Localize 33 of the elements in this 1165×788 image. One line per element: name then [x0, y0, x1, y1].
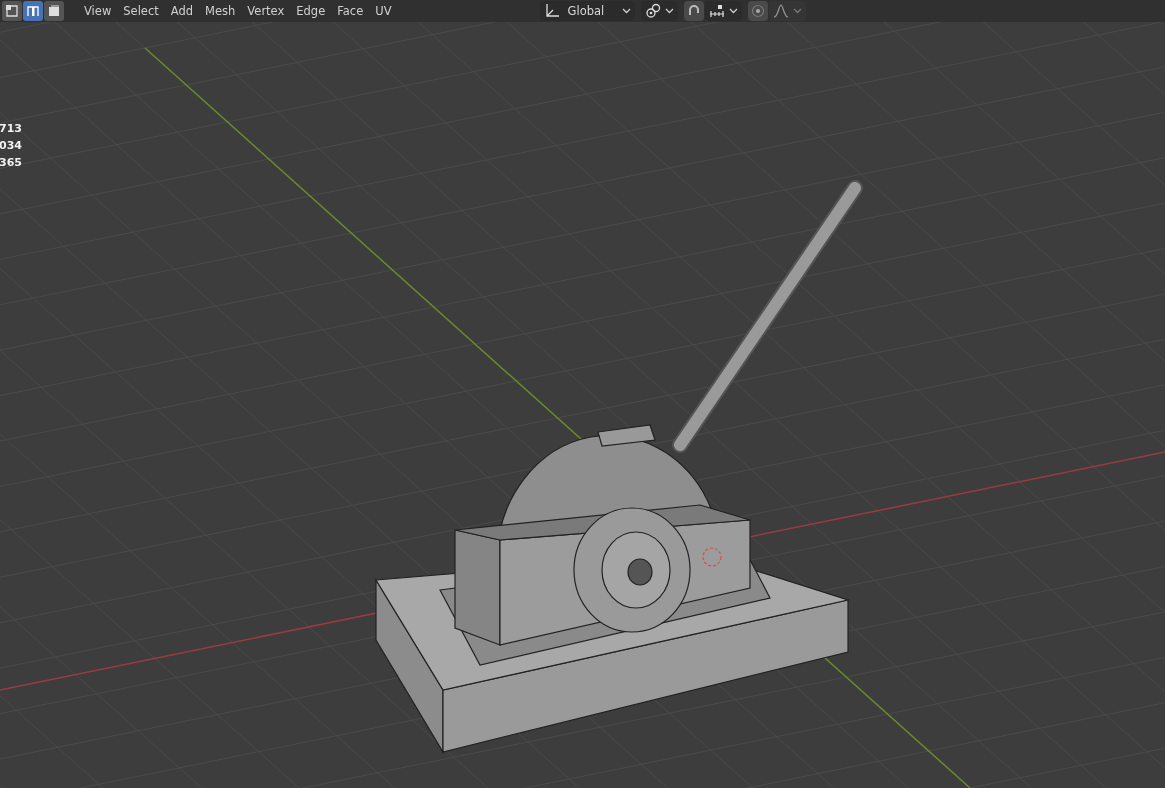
select-mode-button[interactable]	[2, 1, 22, 21]
select-mode-button[interactable]	[44, 1, 64, 21]
menu-item[interactable]: Mesh	[199, 2, 242, 20]
chevron-down-icon	[665, 8, 675, 14]
menu-item[interactable]: UV	[369, 2, 398, 20]
snap-dropdown[interactable]	[705, 1, 743, 21]
menu-item[interactable]: Face	[331, 2, 370, 20]
axes-icon	[543, 3, 560, 19]
pivot-dropdown[interactable]	[641, 1, 679, 21]
falloff-curve-icon	[773, 4, 790, 18]
magnet-icon	[687, 4, 702, 18]
proportional-editing-toggle[interactable]	[748, 1, 769, 21]
chevron-down-icon	[729, 8, 739, 14]
edge-select-icon	[26, 4, 40, 18]
stat-value: 713	[0, 122, 22, 135]
menu-item[interactable]: Select	[117, 2, 165, 20]
chevron-down-icon	[793, 8, 803, 14]
stat-value: 365	[0, 156, 22, 169]
select-mode-button[interactable]	[23, 1, 43, 21]
menu-item[interactable]: Add	[164, 2, 200, 20]
menu-item[interactable]: Vertex	[241, 2, 291, 20]
pivot-icon	[645, 3, 662, 19]
menu-item[interactable]: View	[78, 2, 118, 20]
menu-item[interactable]: Edge	[290, 2, 332, 20]
target-icon	[751, 4, 766, 18]
face-select-icon	[47, 4, 61, 18]
increment-icon	[709, 4, 726, 18]
chevron-down-icon	[622, 8, 632, 14]
stat-value: 034	[0, 139, 22, 152]
vertex-select-icon	[5, 4, 19, 18]
falloff-dropdown[interactable]	[769, 1, 807, 21]
snap-toggle[interactable]	[684, 1, 705, 21]
orientation-dropdown[interactable]: Global	[539, 1, 636, 21]
